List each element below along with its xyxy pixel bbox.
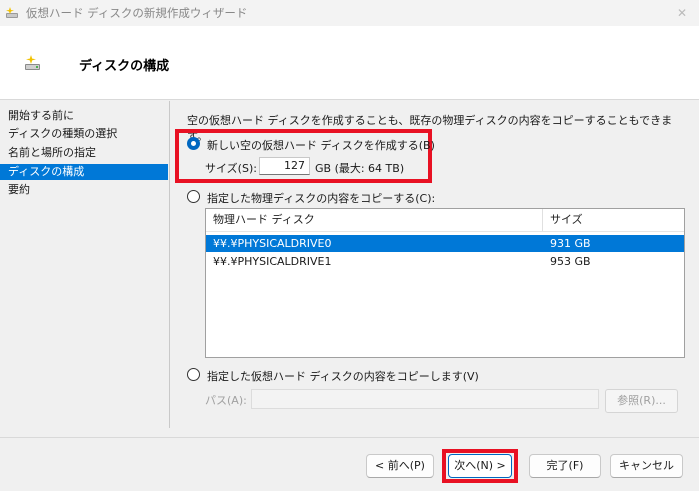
- new-disk-radio[interactable]: [187, 137, 200, 150]
- table-row[interactable]: ¥¥.¥PHYSICALDRIVE0 931 GB: [206, 235, 684, 252]
- size-input[interactable]: 127: [259, 157, 310, 175]
- finish-button[interactable]: 完了(F): [529, 454, 601, 478]
- page-title: ディスクの構成: [79, 59, 170, 74]
- nav-divider: [169, 101, 170, 428]
- copy-physical-disk-label: 指定した物理ディスクの内容をコピーする(C):: [207, 192, 436, 205]
- path-label: パス(A):: [205, 394, 247, 407]
- nav-step-configure-disk[interactable]: ディスクの構成: [0, 164, 168, 180]
- disk-name-cell: ¥¥.¥PHYSICALDRIVE0: [213, 237, 332, 250]
- nav-step-name-and-location[interactable]: 名前と場所の指定: [0, 145, 168, 161]
- physical-disk-table[interactable]: 物理ハード ディスク サイズ ¥¥.¥PHYSICALDRIVE0 931 GB…: [205, 208, 685, 358]
- copy-virtual-disk-radio[interactable]: [187, 368, 200, 381]
- title-bar: 仮想ハード ディスクの新規作成ウィザード ✕: [0, 0, 699, 26]
- disk-size-cell: 931 GB: [550, 237, 591, 250]
- nav-step-choose-disk-type[interactable]: ディスクの種類の選択: [0, 126, 168, 142]
- browse-button[interactable]: 参照(R)...: [605, 389, 678, 413]
- size-unit-text: GB (最大: 64 TB): [315, 162, 405, 175]
- nav-step-summary[interactable]: 要約: [0, 182, 168, 198]
- footer-divider: [0, 437, 699, 438]
- disk-app-icon: [6, 7, 18, 18]
- copy-virtual-disk-label: 指定した仮想ハード ディスクの内容をコピーします(V): [207, 370, 479, 383]
- size-label: サイズ(S):: [205, 162, 257, 175]
- close-icon[interactable]: ✕: [671, 2, 693, 24]
- window-title: 仮想ハード ディスクの新規作成ウィザード: [26, 6, 248, 20]
- column-header-size[interactable]: サイズ: [543, 209, 683, 231]
- new-disk-icon: [25, 55, 40, 70]
- next-button[interactable]: 次へ(N) >: [448, 454, 512, 478]
- header-divider: [206, 231, 684, 232]
- new-disk-label: 新しい空の仮想ハード ディスクを作成する(B): [207, 139, 435, 152]
- copy-physical-disk-radio[interactable]: [187, 190, 200, 203]
- cancel-button[interactable]: キャンセル: [610, 454, 683, 478]
- disk-name-cell: ¥¥.¥PHYSICALDRIVE1: [213, 255, 332, 268]
- nav-step-before-you-begin[interactable]: 開始する前に: [0, 108, 168, 124]
- path-input[interactable]: [251, 389, 599, 409]
- wizard-steps-nav: 開始する前に ディスクの種類の選択 名前と場所の指定 ディスクの構成 要約: [0, 101, 170, 431]
- configure-disk-panel: 空の仮想ハード ディスクを作成することも、既存の物理ディスクの内容をコピーするこ…: [172, 101, 692, 431]
- page-header: ディスクの構成: [0, 26, 699, 100]
- table-row[interactable]: ¥¥.¥PHYSICALDRIVE1 953 GB: [206, 253, 684, 270]
- column-header-physical-disk[interactable]: 物理ハード ディスク: [206, 209, 542, 231]
- previous-button[interactable]: < 前へ(P): [366, 454, 434, 478]
- disk-size-cell: 953 GB: [550, 255, 591, 268]
